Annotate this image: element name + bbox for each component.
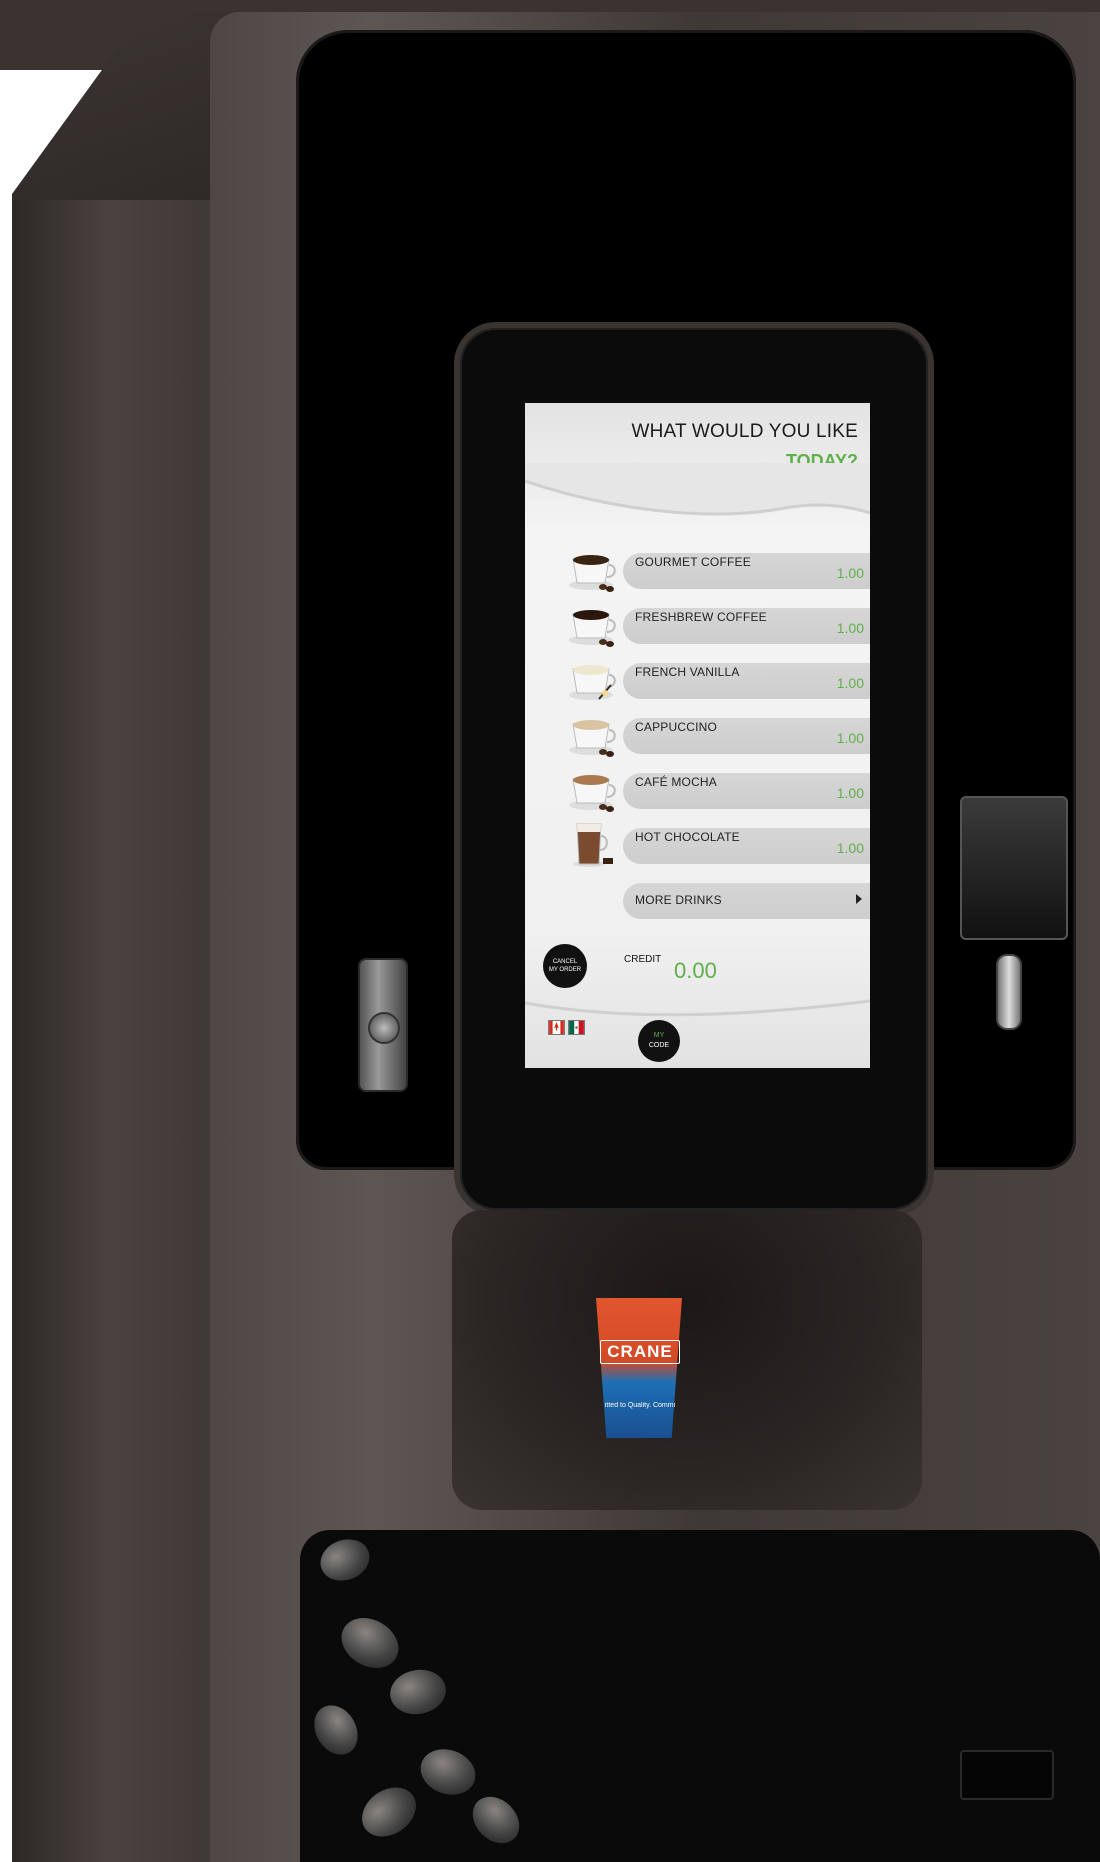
chevron-right-icon <box>856 894 862 904</box>
credit-label: CREDIT <box>624 954 662 965</box>
menu-item-french-vanilla[interactable]: FRENCH VANILLA 1.00 <box>565 655 870 705</box>
menu-item-price: 1.00 <box>836 785 864 801</box>
cancel-label-line1: CANCEL <box>552 959 578 965</box>
menu-item-label: FRESHBREW COFFEE <box>635 610 767 624</box>
cappuccino-cup-icon <box>569 720 616 757</box>
menu-item-cappuccino[interactable]: CAPPUCCINO 1.00 <box>565 710 870 760</box>
my-code-button[interactable]: MY CODE <box>638 1020 680 1062</box>
my-code-label-line1: MY <box>653 1032 665 1039</box>
bill-acceptor[interactable] <box>960 1750 1054 1800</box>
menu-item-price: 1.00 <box>836 730 864 746</box>
menu-item-price: 1.00 <box>836 675 864 691</box>
coffee-bean-icon <box>332 1608 408 1678</box>
card-reader[interactable] <box>960 796 1068 940</box>
coffee-bean-icon <box>463 1787 529 1853</box>
header-title: WHAT WOULD YOU LIKE <box>631 421 858 442</box>
more-drinks-button[interactable]: MORE DRINKS <box>565 875 870 925</box>
cancel-label-line2: MY ORDER <box>548 967 582 973</box>
cup-slogan: itted to Quality. Commi <box>604 1402 676 1409</box>
menu-item-freshbrew-coffee[interactable]: FRESHBREW COFFEE 1.00 <box>565 600 870 650</box>
menu-item-cafe-mocha[interactable]: CAFÉ MOCHA 1.00 <box>565 765 870 815</box>
menu-item-label: CAFÉ MOCHA <box>635 775 718 789</box>
menu-item-label: HOT CHOCOLATE <box>635 830 740 844</box>
my-code-label-line2: CODE <box>648 1042 670 1049</box>
coffee-bean-icon <box>414 1741 482 1803</box>
mexico-flag-icon[interactable] <box>568 1020 585 1035</box>
coffee-cup-icon <box>569 610 616 647</box>
menu-item-hot-chocolate[interactable]: HOT CHOCOLATE 1.00 <box>565 820 870 870</box>
coin-slot[interactable] <box>996 954 1022 1030</box>
lower-panel <box>300 1530 1100 1862</box>
menu-item-label: GOURMET COFFEE <box>635 555 751 569</box>
credit-value: 0.00 <box>674 958 717 983</box>
coffee-bean-icon <box>352 1777 426 1847</box>
cup-brand-logo: CRANE <box>600 1340 680 1364</box>
canada-flag-icon[interactable] <box>548 1020 565 1035</box>
menu-item-price: 1.00 <box>836 840 864 856</box>
coffee-bean-icon <box>386 1665 450 1719</box>
mocha-cup-icon <box>569 775 616 812</box>
cancel-order-button[interactable]: CANCEL MY ORDER <box>543 944 587 988</box>
coffee-bean-icon <box>305 1697 367 1763</box>
menu-item-gourmet-coffee[interactable]: GOURMET COFFEE 1.00 <box>565 545 870 595</box>
door-lock-icon[interactable] <box>368 1012 400 1044</box>
menu-item-price: 1.00 <box>836 620 864 636</box>
more-drinks-label: MORE DRINKS <box>635 893 722 907</box>
menu-item-price: 1.00 <box>836 565 864 581</box>
coffee-cup-icon <box>569 555 616 592</box>
footer-wave <box>525 999 870 1017</box>
menu-item-label: CAPPUCCINO <box>635 720 718 734</box>
menu-item-label: FRENCH VANILLA <box>635 665 740 679</box>
header-wave <box>525 463 870 516</box>
coffee-cup <box>596 1298 682 1438</box>
coffee-bean-icon <box>314 1532 376 1588</box>
vanilla-cup-icon <box>569 665 616 700</box>
touchscreen: WHAT WOULD YOU LIKE TODAY? GOURMET COFFE… <box>525 403 870 1068</box>
dispense-area <box>452 1210 922 1510</box>
hot-chocolate-glass-icon <box>573 823 613 867</box>
